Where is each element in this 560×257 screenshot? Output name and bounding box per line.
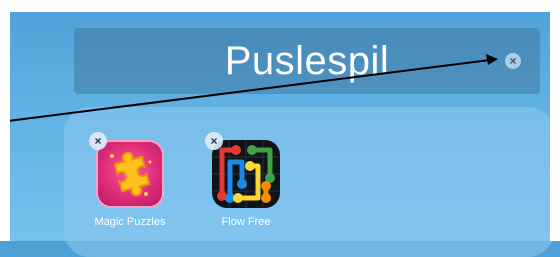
annotation-arrow — [0, 54, 498, 123]
